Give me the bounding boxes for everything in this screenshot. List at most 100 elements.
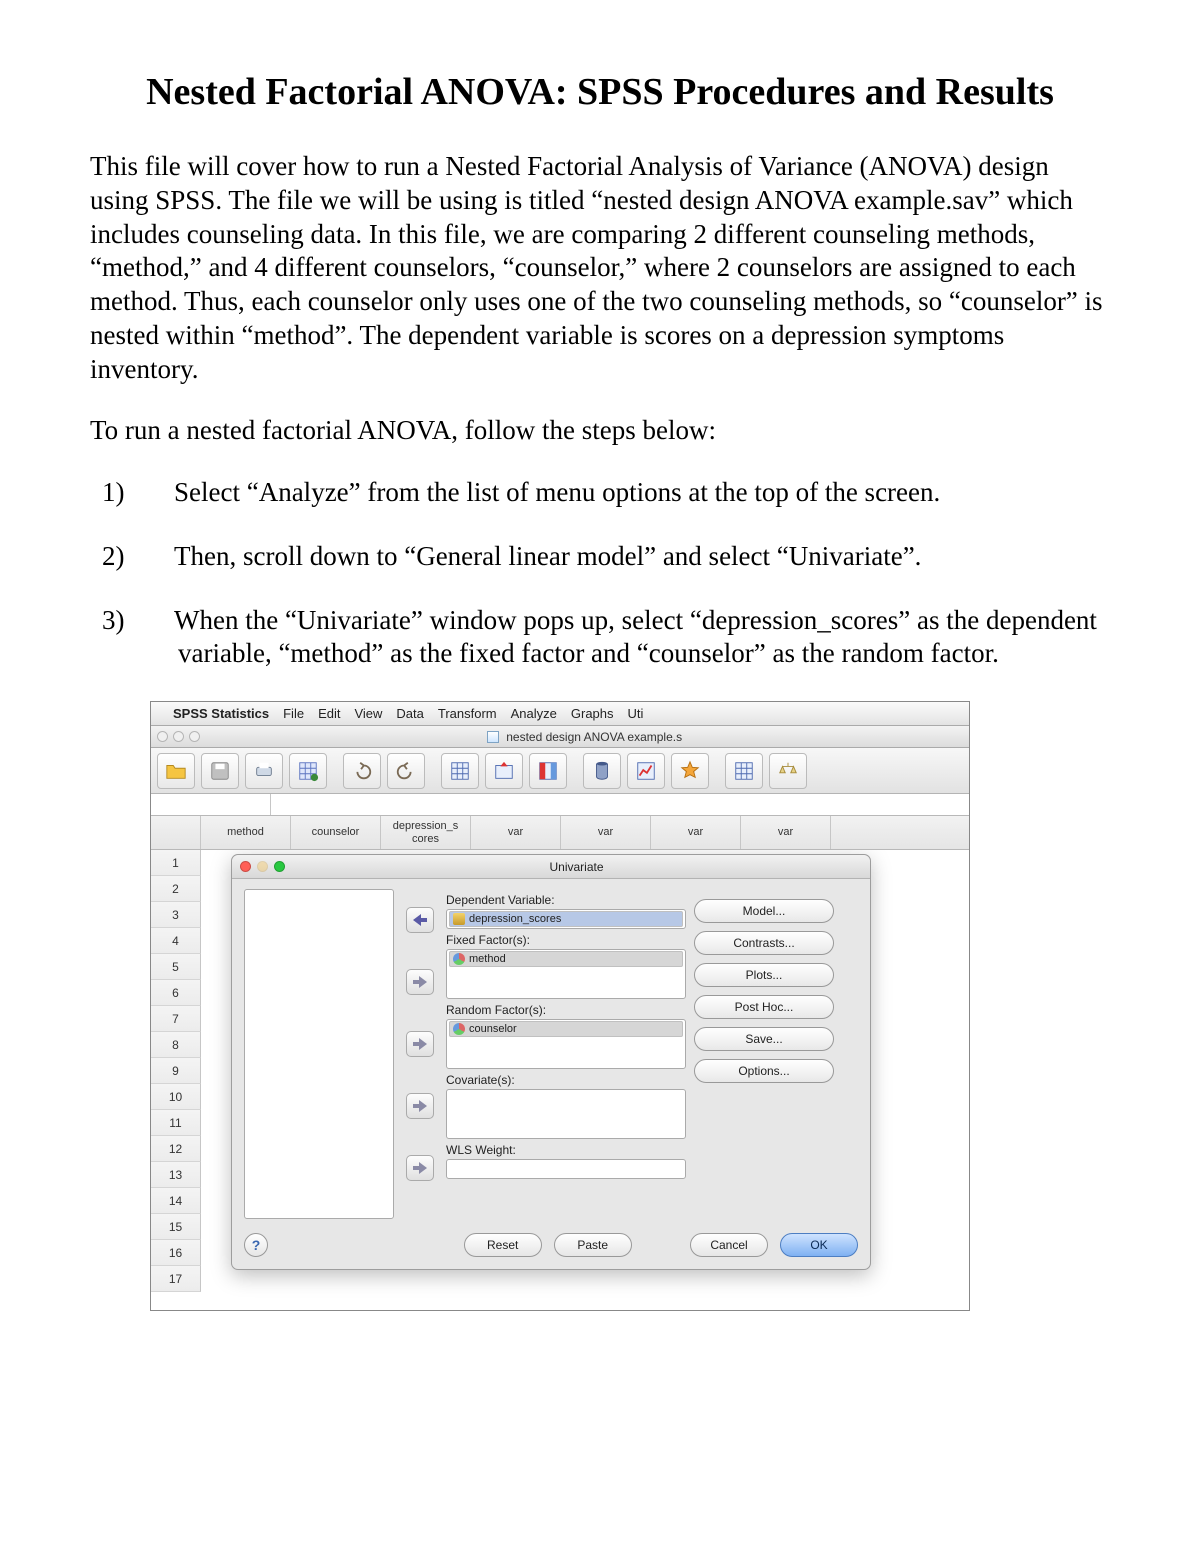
move-dependent-button[interactable] [406, 907, 434, 933]
minimize-window-button[interactable] [173, 731, 184, 742]
fixed-factors-box[interactable]: method [446, 949, 686, 999]
row-number[interactable]: 10 [151, 1084, 201, 1110]
wls-weight-box[interactable] [446, 1159, 686, 1179]
scale-measure-icon [453, 913, 465, 925]
data-grid: 1234567891011121314151617 Univariate [151, 850, 969, 1310]
var-depression-scores[interactable]: depression_scores [449, 911, 683, 927]
model-button[interactable]: Model... [694, 899, 834, 923]
window-titlebar: nested design ANOVA example.s [151, 726, 969, 748]
row-number[interactable]: 14 [151, 1188, 201, 1214]
chart-button[interactable] [627, 753, 665, 789]
move-covariate-button[interactable] [406, 1093, 434, 1119]
menu-data[interactable]: Data [396, 706, 423, 721]
goto-variable-button[interactable] [485, 753, 523, 789]
step-3: 3)When the “Univariate” window pops up, … [140, 604, 1110, 672]
menu-edit[interactable]: Edit [318, 706, 340, 721]
reset-button[interactable]: Reset [464, 1233, 542, 1257]
cell-value[interactable] [271, 794, 969, 815]
row-number[interactable]: 17 [151, 1266, 201, 1292]
var-counselor[interactable]: counselor [449, 1021, 683, 1037]
row-number[interactable]: 12 [151, 1136, 201, 1162]
menu-utilities[interactable]: Uti [628, 706, 644, 721]
steps-list: 1)Select “Analyze” from the list of menu… [140, 476, 1110, 671]
row-number[interactable]: 5 [151, 954, 201, 980]
toolbar [151, 748, 969, 794]
menu-analyze[interactable]: Analyze [511, 706, 557, 721]
find-button[interactable] [583, 753, 621, 789]
data-button[interactable] [289, 753, 327, 789]
univariate-dialog: Univariate [231, 854, 871, 1270]
dialog-close-button[interactable] [240, 861, 251, 872]
fixed-factors-label: Fixed Factor(s): [446, 933, 686, 947]
step-2: 2)Then, scroll down to “General linear m… [140, 540, 1110, 574]
zoom-window-button[interactable] [189, 731, 200, 742]
mac-menubar: SPSS Statistics File Edit View Data Tran… [151, 702, 969, 726]
row-number[interactable]: 3 [151, 902, 201, 928]
row-number[interactable]: 1 [151, 850, 201, 876]
row-number[interactable]: 13 [151, 1162, 201, 1188]
options-button[interactable]: Options... [694, 1059, 834, 1083]
window-traffic-lights [157, 731, 200, 742]
document-icon [487, 731, 499, 743]
save-button[interactable] [201, 753, 239, 789]
col-var-4[interactable]: var [741, 816, 831, 849]
move-random-button[interactable] [406, 1031, 434, 1057]
variables-button[interactable] [529, 753, 567, 789]
var-method[interactable]: method [449, 951, 683, 967]
col-var-2[interactable]: var [561, 816, 651, 849]
column-headers: method counselor depression_s cores var … [151, 816, 969, 850]
spss-screenshot: SPSS Statistics File Edit View Data Tran… [150, 701, 970, 1311]
covariates-box[interactable] [446, 1089, 686, 1139]
dependent-variable-label: Dependent Variable: [446, 893, 686, 907]
value-labels-button[interactable] [725, 753, 763, 789]
plots-button[interactable]: Plots... [694, 963, 834, 987]
row-number[interactable]: 7 [151, 1006, 201, 1032]
row-number[interactable]: 2 [151, 876, 201, 902]
move-fixed-button[interactable] [406, 969, 434, 995]
move-wls-button[interactable] [406, 1155, 434, 1181]
col-var-1[interactable]: var [471, 816, 561, 849]
menu-view[interactable]: View [354, 706, 382, 721]
row-number[interactable]: 6 [151, 980, 201, 1006]
row-number[interactable]: 11 [151, 1110, 201, 1136]
cancel-button[interactable]: Cancel [690, 1233, 768, 1257]
source-variable-list[interactable] [244, 889, 394, 1219]
undo-button[interactable] [343, 753, 381, 789]
menu-graphs[interactable]: Graphs [571, 706, 614, 721]
dialog-titlebar: Univariate [232, 855, 870, 879]
save-button[interactable]: Save... [694, 1027, 834, 1051]
random-factors-box[interactable]: counselor [446, 1019, 686, 1069]
close-window-button[interactable] [157, 731, 168, 742]
app-name[interactable]: SPSS Statistics [173, 706, 269, 721]
paste-button[interactable]: Paste [554, 1233, 632, 1257]
col-var-3[interactable]: var [651, 816, 741, 849]
help-button[interactable]: ? [244, 1233, 268, 1257]
cell-name[interactable] [151, 794, 271, 815]
covariates-label: Covariate(s): [446, 1073, 686, 1087]
print-button[interactable] [245, 753, 283, 789]
row-number[interactable]: 15 [151, 1214, 201, 1240]
col-method[interactable]: method [201, 816, 291, 849]
menu-transform[interactable]: Transform [438, 706, 497, 721]
open-file-button[interactable] [157, 753, 195, 789]
page-title: Nested Factorial ANOVA: SPSS Procedures … [90, 70, 1110, 114]
contrasts-button[interactable]: Contrasts... [694, 931, 834, 955]
intro-paragraph: This file will cover how to run a Nested… [90, 150, 1110, 386]
dependent-variable-box[interactable]: depression_scores [446, 909, 686, 929]
row-number[interactable]: 16 [151, 1240, 201, 1266]
step-1: 1)Select “Analyze” from the list of menu… [140, 476, 1110, 510]
col-depression-scores[interactable]: depression_s cores [381, 816, 471, 849]
ok-button[interactable]: OK [780, 1233, 858, 1257]
row-number[interactable]: 4 [151, 928, 201, 954]
select-cases-button[interactable] [671, 753, 709, 789]
menu-file[interactable]: File [283, 706, 304, 721]
redo-button[interactable] [387, 753, 425, 789]
dialog-minimize-button[interactable] [257, 861, 268, 872]
row-number[interactable]: 8 [151, 1032, 201, 1058]
weight-cases-button[interactable] [769, 753, 807, 789]
goto-case-button[interactable] [441, 753, 479, 789]
col-counselor[interactable]: counselor [291, 816, 381, 849]
row-number[interactable]: 9 [151, 1058, 201, 1084]
post-hoc-button[interactable]: Post Hoc... [694, 995, 834, 1019]
dialog-zoom-button[interactable] [274, 861, 285, 872]
